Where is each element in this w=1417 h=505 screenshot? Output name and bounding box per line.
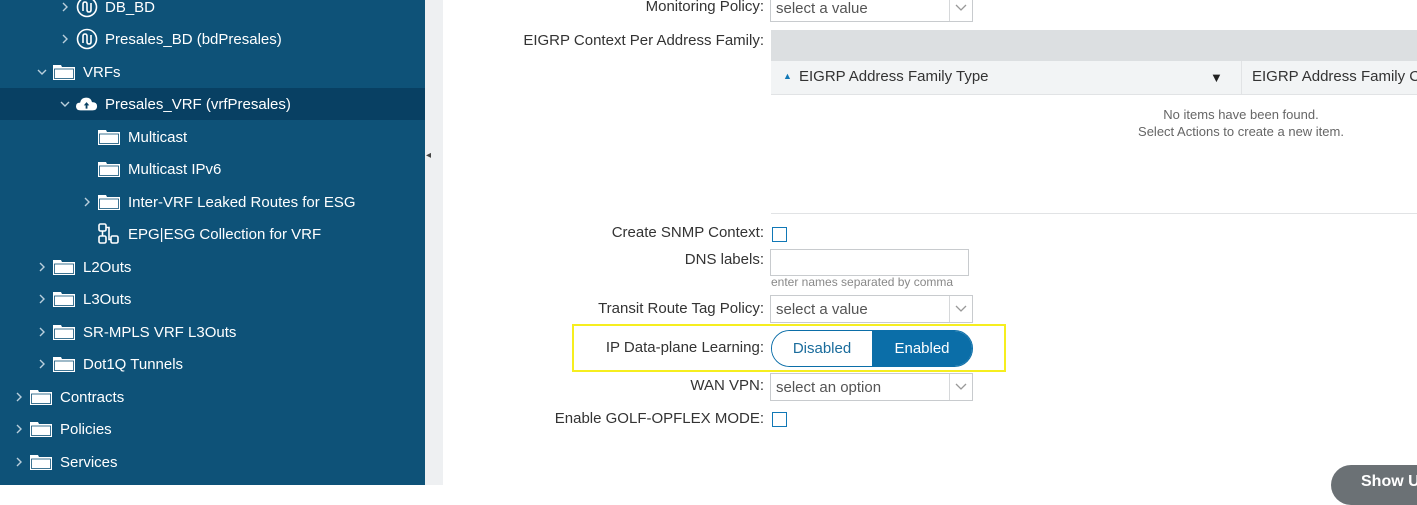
tree-item-label: L3Outs xyxy=(83,290,132,308)
chevron-down-icon[interactable] xyxy=(949,0,972,21)
chevron-right-icon[interactable] xyxy=(35,325,49,339)
tree-item-sr-mpls-vrf-l3outs[interactable]: SR-MPLS VRF L3Outs xyxy=(0,316,425,348)
tree-item-label: SR-MPLS VRF L3Outs xyxy=(83,323,237,341)
tree-item-multicast-ipv6[interactable]: Multicast IPv6 xyxy=(0,153,425,185)
folder-icon xyxy=(53,323,75,341)
folder-icon xyxy=(98,193,120,211)
sort-ascending-icon[interactable]: ▲ xyxy=(783,71,792,81)
chevron-right-icon[interactable] xyxy=(58,32,72,46)
tree-item-services[interactable]: Services xyxy=(0,446,425,478)
tree-item-l3outs[interactable]: L3Outs xyxy=(0,283,425,315)
golf-opflex-mode-checkbox[interactable] xyxy=(772,412,787,427)
tree-item-label: Contracts xyxy=(60,388,125,406)
select-value: select an option xyxy=(776,379,882,396)
column-header-eigrp-af-context[interactable]: EIGRP Address Family C xyxy=(1252,68,1417,85)
tree-item-label: Multicast xyxy=(128,128,188,146)
dns-labels-hint: enter names separated by comma xyxy=(771,275,954,289)
folder-icon xyxy=(30,420,52,438)
pane-splitter[interactable] xyxy=(425,0,444,485)
cloud-icon xyxy=(76,95,98,113)
tree-item-label: DB_BD xyxy=(105,0,156,16)
folder-icon xyxy=(53,355,75,373)
tree-item-label: Presales_BD (bdPresales) xyxy=(105,30,282,48)
wan-vpn-select[interactable]: select an option xyxy=(770,373,973,401)
create-snmp-context-label: Create SNMP Context: xyxy=(611,224,764,241)
chevron-right-icon[interactable] xyxy=(35,357,49,371)
tree-item-epg-esg-collection[interactable]: EPG|ESG Collection for VRF xyxy=(0,218,425,250)
table-header-row: ▲ EIGRP Address Family Type ▼ EIGRP Addr… xyxy=(771,61,1417,95)
dns-labels-label: DNS labels: xyxy=(684,251,764,268)
chevron-right-icon[interactable] xyxy=(58,0,72,14)
folder-icon xyxy=(30,388,52,406)
tree-item-label: VRFs xyxy=(83,63,121,81)
folder-icon xyxy=(30,453,52,471)
column-divider xyxy=(1241,61,1242,94)
tree-item-label: Policies xyxy=(60,420,112,438)
tree-item-policies[interactable]: Policies xyxy=(0,413,425,445)
golf-opflex-mode-label: Enable GOLF-OPFLEX MODE: xyxy=(554,410,764,427)
wan-vpn-label: WAN VPN: xyxy=(690,377,764,394)
tree-item-label: Services xyxy=(60,453,118,471)
bridge-domain-icon xyxy=(76,28,98,50)
transit-route-tag-policy-select[interactable]: select a value xyxy=(770,295,973,323)
transit-route-tag-policy-label: Transit Route Tag Policy: xyxy=(598,300,764,317)
folder-icon xyxy=(53,63,75,81)
bridge-domain-icon xyxy=(76,0,98,18)
tree-item-label: EPG|ESG Collection for VRF xyxy=(128,225,322,243)
tree-item-presales-bd[interactable]: Presales_BD (bdPresales) xyxy=(0,23,425,55)
tree-item-l2outs[interactable]: L2Outs xyxy=(0,251,425,283)
folder-icon xyxy=(53,290,75,308)
tree-item-label: Multicast IPv6 xyxy=(128,160,222,178)
column-header-eigrp-af-type[interactable]: EIGRP Address Family Type xyxy=(799,68,989,85)
chevron-right-icon[interactable] xyxy=(12,390,26,404)
collapse-handle-icon[interactable]: ◂ xyxy=(426,150,431,164)
ip-dataplane-learning-toggle[interactable]: Disabled Enabled xyxy=(771,330,973,367)
tree-item-label: Presales_VRF (vrfPresales) xyxy=(105,95,291,113)
create-snmp-context-checkbox[interactable] xyxy=(772,227,787,242)
chevron-down-icon[interactable] xyxy=(949,296,972,322)
show-usage-button[interactable]: Show U xyxy=(1331,465,1417,505)
chevron-down-icon[interactable] xyxy=(58,97,72,111)
chevron-down-icon[interactable] xyxy=(35,65,49,79)
monitoring-policy-select[interactable]: select a value xyxy=(770,0,973,22)
column-menu-icon[interactable]: ▼ xyxy=(1210,70,1223,85)
tree-item-inter-vrf-leaked-routes[interactable]: Inter-VRF Leaked Routes for ESG xyxy=(0,186,425,218)
chevron-right-icon[interactable] xyxy=(35,260,49,274)
eigrp-context-label: EIGRP Context Per Address Family: xyxy=(523,32,764,49)
tree-item-presales-vrf[interactable]: Presales_VRF (vrfPresales) xyxy=(0,88,425,120)
chevron-right-icon[interactable] xyxy=(35,292,49,306)
table-bottom-border xyxy=(771,213,1417,214)
collection-icon xyxy=(98,223,120,244)
tree-item-vrfs[interactable]: VRFs xyxy=(0,56,425,88)
chevron-right-icon[interactable] xyxy=(12,422,26,436)
select-value: select a value xyxy=(776,301,868,318)
table-toolbar xyxy=(771,30,1417,61)
tree-item-label: Dot1Q Tunnels xyxy=(83,355,184,373)
tree-item-multicast[interactable]: Multicast xyxy=(0,121,425,153)
folder-icon xyxy=(98,160,120,178)
folder-icon xyxy=(98,128,120,146)
dns-labels-input[interactable] xyxy=(770,249,969,276)
tree-item-label: L2Outs xyxy=(83,258,132,276)
folder-icon xyxy=(53,258,75,276)
ip-dataplane-learning-label: IP Data-plane Learning: xyxy=(605,339,764,356)
chevron-right-icon[interactable] xyxy=(12,455,26,469)
navigation-tree: DB_BD Presales_BD (bdPresales) VRFs Pres… xyxy=(0,0,425,485)
chevron-down-icon[interactable] xyxy=(949,374,972,400)
option-disabled[interactable]: Disabled xyxy=(772,331,872,366)
chevron-right-icon[interactable] xyxy=(80,195,94,209)
tree-item-label: Inter-VRF Leaked Routes for ESG xyxy=(128,193,356,211)
tree-item-dot1q-tunnels[interactable]: Dot1Q Tunnels xyxy=(0,348,425,380)
empty-state-title: No items have been found. xyxy=(1163,107,1319,122)
tree-item-db-bd[interactable]: DB_BD xyxy=(0,0,425,23)
monitoring-policy-label: Monitoring Policy: xyxy=(645,0,764,15)
option-enabled[interactable]: Enabled xyxy=(872,331,972,366)
empty-state-hint: Select Actions to create a new item. xyxy=(1138,124,1344,139)
tree-item-contracts[interactable]: Contracts xyxy=(0,381,425,413)
select-value: select a value xyxy=(776,0,868,17)
